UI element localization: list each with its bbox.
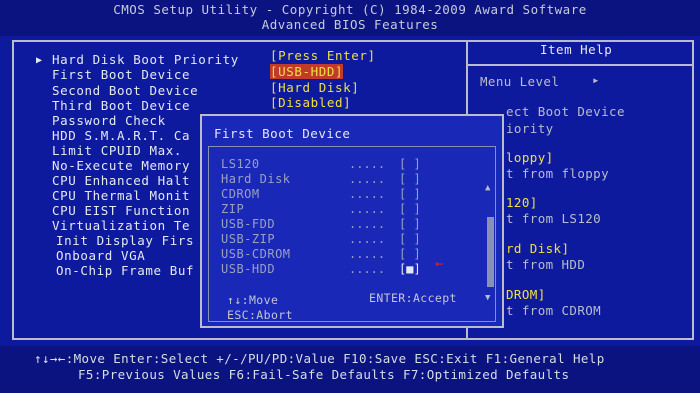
setting-label[interactable]: HDD S.M.A.R.T. Ca bbox=[52, 128, 190, 143]
second-boot-device-value[interactable]: [Hard Disk] bbox=[270, 80, 359, 95]
popup-options-box: LS120 ..... [ ] Hard Disk ..... [ ] CDRO… bbox=[208, 146, 496, 322]
help-text: 120] bbox=[506, 195, 538, 210]
option-dots: ..... bbox=[349, 247, 386, 261]
option-checkbox[interactable]: [ ] bbox=[399, 202, 421, 216]
option-checkbox[interactable]: [ ] bbox=[399, 232, 421, 246]
hint-abort: ESC:Abort bbox=[227, 308, 293, 322]
footer-line-2: F5:Previous Values F6:Fail-Safe Defaults… bbox=[78, 367, 570, 382]
setting-label[interactable]: CPU Enhanced Halt bbox=[52, 173, 190, 188]
option-checkbox[interactable]: [ ] bbox=[399, 172, 421, 186]
setting-label[interactable]: CPU Thermal Monit bbox=[52, 188, 190, 203]
boot-option[interactable]: Hard Disk bbox=[221, 172, 291, 186]
red-pointer-arrow-icon: ← bbox=[435, 256, 444, 272]
option-dots: ..... bbox=[349, 262, 386, 276]
hint-move: ↑↓:Move bbox=[227, 293, 279, 307]
scroll-thumb[interactable] bbox=[487, 217, 494, 287]
setting-label[interactable]: Limit CPUID Max. bbox=[52, 143, 182, 158]
footer-line-1: ↑↓→←:Move Enter:Select +/-/PU/PD:Value F… bbox=[34, 351, 605, 366]
option-checkbox[interactable]: [ ] bbox=[399, 217, 421, 231]
setting-label[interactable]: First Boot Device bbox=[52, 67, 190, 82]
hint-accept: ENTER:Accept bbox=[369, 291, 457, 305]
setting-label[interactable]: Password Check bbox=[52, 113, 166, 128]
bios-screen: CMOS Setup Utility - Copyright (C) 1984-… bbox=[0, 0, 700, 393]
boot-option[interactable]: LS120 bbox=[221, 157, 260, 171]
option-checkbox[interactable]: [ ] bbox=[399, 187, 421, 201]
option-checkbox[interactable]: [ ] bbox=[399, 247, 421, 261]
header-subtitle: Advanced BIOS Features bbox=[261, 17, 439, 32]
help-text: rd Disk] bbox=[506, 241, 570, 256]
boot-option-selected[interactable]: USB-HDD bbox=[221, 262, 275, 276]
boot-option[interactable]: ZIP bbox=[221, 202, 244, 216]
setting-label[interactable]: Virtualization Te bbox=[52, 218, 190, 233]
option-checkbox-checked[interactable]: [■] bbox=[399, 262, 421, 276]
setting-label[interactable]: Third Boot Device bbox=[52, 98, 190, 113]
setting-label[interactable]: CPU EIST Function bbox=[52, 203, 190, 218]
boot-option[interactable]: CDROM bbox=[221, 187, 260, 201]
menu-level-label: Menu Level bbox=[480, 74, 560, 89]
help-separator bbox=[468, 64, 694, 66]
setting-label[interactable]: Onboard VGA bbox=[56, 248, 145, 263]
setting-label[interactable]: No-Execute Memory bbox=[52, 158, 190, 173]
popup-scrollbar[interactable]: ▲ ▼ bbox=[485, 183, 495, 303]
item-help-title: Item Help bbox=[540, 42, 613, 57]
boot-option[interactable]: USB-CDROM bbox=[221, 247, 291, 261]
option-dots: ..... bbox=[349, 157, 386, 171]
help-text: iority bbox=[506, 121, 554, 136]
scroll-up-icon[interactable]: ▲ bbox=[485, 183, 490, 193]
help-text: DROM] bbox=[506, 287, 546, 302]
option-checkbox[interactable]: [ ] bbox=[399, 157, 421, 171]
setting-label[interactable]: Second Boot Device bbox=[52, 83, 198, 98]
option-dots: ..... bbox=[349, 187, 386, 201]
menu-level-arrow-icon: ▸ bbox=[592, 72, 600, 87]
header-title: CMOS Setup Utility - Copyright (C) 1984-… bbox=[113, 2, 587, 17]
help-text: ect Boot Device bbox=[506, 104, 625, 119]
hard-disk-boot-priority-value[interactable]: [Press Enter] bbox=[270, 48, 376, 63]
header: CMOS Setup Utility - Copyright (C) 1984-… bbox=[0, 0, 700, 36]
setting-label[interactable]: On-Chip Frame Buf bbox=[56, 263, 194, 278]
setting-label[interactable]: Hard Disk Boot Priority bbox=[52, 52, 239, 67]
help-text: t from CDROM bbox=[506, 303, 602, 318]
option-dots: ..... bbox=[349, 217, 386, 231]
help-text: loppy] bbox=[506, 150, 554, 165]
footer-keys: ↑↓→←:Move Enter:Select +/-/PU/PD:Value F… bbox=[0, 346, 700, 393]
option-dots: ..... bbox=[349, 172, 386, 186]
first-boot-device-popup: First Boot Device LS120 ..... [ ] Hard D… bbox=[200, 114, 504, 328]
boot-option[interactable]: USB-FDD bbox=[221, 217, 275, 231]
help-text: t from floppy bbox=[506, 166, 610, 181]
setting-label[interactable]: Init Display Firs bbox=[56, 233, 194, 248]
help-text: t from LS120 bbox=[506, 211, 602, 226]
popup-title: First Boot Device bbox=[214, 126, 351, 141]
boot-option[interactable]: USB-ZIP bbox=[221, 232, 275, 246]
scroll-down-icon[interactable]: ▼ bbox=[485, 293, 490, 303]
option-dots: ..... bbox=[349, 202, 386, 216]
third-boot-device-value[interactable]: [Disabled] bbox=[270, 95, 351, 110]
first-boot-device-value[interactable]: [USB-HDD] bbox=[270, 64, 344, 79]
option-dots: ..... bbox=[349, 232, 386, 246]
help-text: t from HDD bbox=[506, 257, 586, 272]
current-item-arrow-icon: ▶ bbox=[36, 55, 43, 66]
